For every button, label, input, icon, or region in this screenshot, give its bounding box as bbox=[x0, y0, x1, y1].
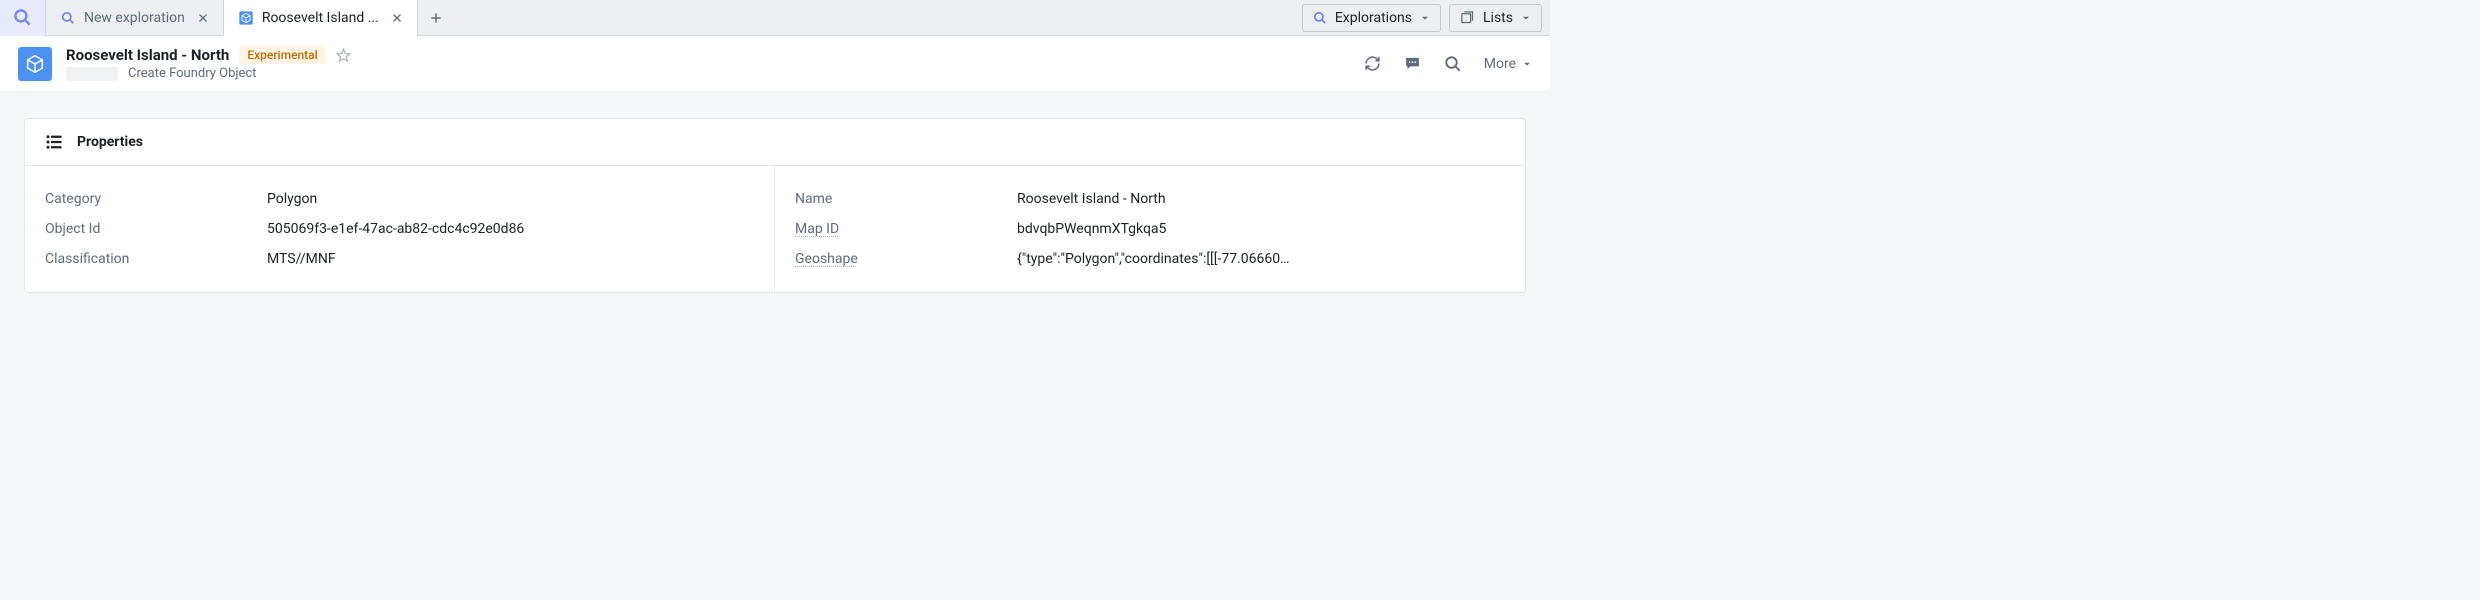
property-value: Polygon bbox=[267, 191, 754, 207]
caret-down-icon bbox=[1420, 13, 1430, 23]
close-icon[interactable] bbox=[387, 8, 407, 28]
tab-new-exploration[interactable]: New exploration bbox=[46, 0, 224, 36]
properties-icon bbox=[45, 133, 63, 151]
tab-actions: Explorations Lists bbox=[1302, 4, 1550, 32]
explorations-dropdown[interactable]: Explorations bbox=[1302, 4, 1441, 32]
property-label: Object Id bbox=[45, 221, 267, 237]
page-subtitle: Create Foundry Object bbox=[128, 66, 256, 81]
property-label: Category bbox=[45, 191, 267, 207]
property-label[interactable]: Geoshape bbox=[795, 251, 1017, 267]
properties-right-column: Name Roosevelt Island - North Map ID bdv… bbox=[775, 166, 1525, 292]
search-icon[interactable] bbox=[1444, 55, 1462, 73]
property-label[interactable]: Map ID bbox=[795, 221, 1017, 237]
property-row: Category Polygon bbox=[45, 184, 754, 214]
experimental-badge: Experimental bbox=[239, 46, 325, 64]
property-value: MTS//MNF bbox=[267, 251, 754, 267]
more-label: More bbox=[1484, 56, 1516, 72]
property-row: Map ID bdvqbPWeqnmXTgkqa5 bbox=[795, 214, 1505, 244]
title-block: Roosevelt Island - North Experimental Cr… bbox=[66, 46, 351, 81]
property-row: Geoshape {"type":"Polygon","coordinates"… bbox=[795, 244, 1505, 274]
property-value: bdvqbPWeqnmXTgkqa5 bbox=[1017, 221, 1505, 237]
tab-roosevelt-island[interactable]: Roosevelt Island ... bbox=[224, 0, 418, 36]
subtitle-avatar bbox=[66, 67, 118, 81]
tab-label: New exploration bbox=[84, 10, 185, 26]
property-label: Classification bbox=[45, 251, 267, 267]
dropdown-label: Lists bbox=[1483, 10, 1513, 26]
panel-header: Properties bbox=[25, 119, 1525, 166]
star-icon[interactable] bbox=[336, 48, 351, 63]
lists-dropdown[interactable]: Lists bbox=[1449, 4, 1542, 32]
cube-icon bbox=[18, 47, 52, 81]
properties-panel: Properties Category Polygon Object Id 50… bbox=[24, 118, 1526, 293]
more-button[interactable]: More bbox=[1484, 56, 1532, 72]
property-row: Object Id 505069f3-e1ef-47ac-ab82-cdc4c9… bbox=[45, 214, 754, 244]
close-icon[interactable] bbox=[193, 8, 213, 28]
content: Properties Category Polygon Object Id 50… bbox=[0, 92, 1550, 319]
search-icon bbox=[13, 8, 32, 27]
panel-body: Category Polygon Object Id 505069f3-e1ef… bbox=[25, 166, 1525, 292]
property-label: Name bbox=[795, 191, 1017, 207]
caret-down-icon bbox=[1521, 13, 1531, 23]
panel-title: Properties bbox=[77, 134, 143, 150]
property-value: {"type":"Polygon","coordinates":[[[-77.0… bbox=[1017, 251, 1505, 267]
property-value: Roosevelt Island - North bbox=[1017, 191, 1505, 207]
cube-icon bbox=[238, 10, 254, 26]
home-tab[interactable] bbox=[0, 0, 46, 36]
add-tab-button[interactable] bbox=[418, 0, 454, 36]
property-value: 505069f3-e1ef-47ac-ab82-cdc4c92e0d86 bbox=[267, 221, 754, 237]
comment-icon[interactable] bbox=[1404, 55, 1422, 73]
properties-left-column: Category Polygon Object Id 505069f3-e1ef… bbox=[25, 166, 775, 292]
dropdown-label: Explorations bbox=[1335, 10, 1412, 26]
search-icon bbox=[1313, 11, 1327, 25]
tab-bar: New exploration Roosevelt Island ... Exp… bbox=[0, 0, 1550, 36]
header-actions: More bbox=[1364, 55, 1532, 73]
search-icon bbox=[60, 10, 76, 26]
page-header: Roosevelt Island - North Experimental Cr… bbox=[0, 36, 1550, 92]
tab-label: Roosevelt Island ... bbox=[262, 10, 379, 26]
page-title: Roosevelt Island - North bbox=[66, 46, 229, 64]
refresh-icon[interactable] bbox=[1364, 55, 1382, 73]
lists-icon bbox=[1460, 10, 1475, 25]
property-row: Name Roosevelt Island - North bbox=[795, 184, 1505, 214]
property-row: Classification MTS//MNF bbox=[45, 244, 754, 274]
